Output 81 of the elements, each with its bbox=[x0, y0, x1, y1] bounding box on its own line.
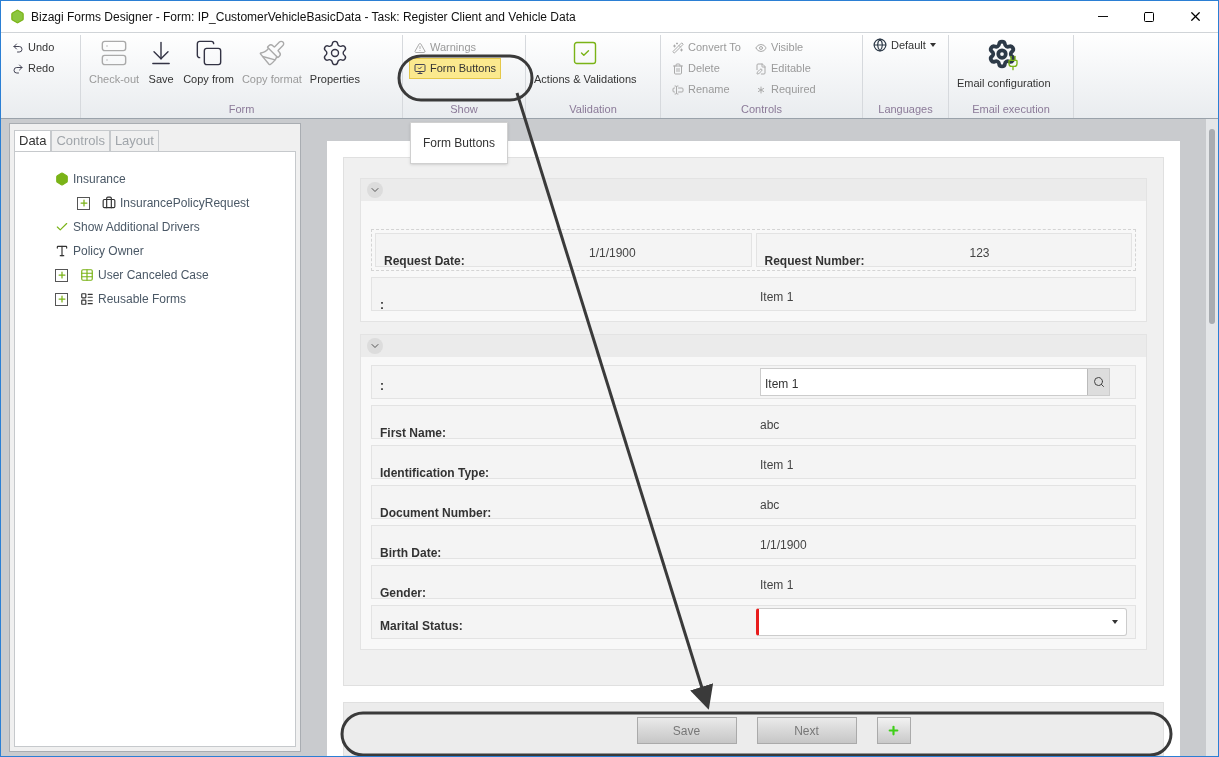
field-value: Item 1 bbox=[760, 577, 794, 594]
panel-tab[interactable]: Data bbox=[14, 130, 52, 152]
field-value: 123 bbox=[969, 245, 990, 262]
tree-item[interactable]: User Canceled Case bbox=[98, 266, 209, 284]
field-label: Marital Status: bbox=[380, 619, 463, 633]
field-label: : bbox=[380, 298, 384, 312]
briefcase-icon bbox=[102, 196, 116, 210]
trash-icon bbox=[672, 62, 684, 75]
plus-icon bbox=[56, 270, 67, 280]
ribbon-button[interactable]: Copy from bbox=[181, 37, 236, 103]
field-label: Identification Type: bbox=[380, 466, 490, 480]
app-logo-icon bbox=[10, 9, 25, 24]
field-label: : bbox=[380, 379, 384, 393]
text-field-icon bbox=[55, 244, 69, 258]
group-label: Controls bbox=[740, 103, 783, 116]
field-value: Item 1 bbox=[760, 457, 794, 474]
field-label: Birth Date: bbox=[380, 546, 442, 560]
forms-icon bbox=[80, 292, 94, 306]
search-button[interactable] bbox=[1087, 369, 1109, 395]
group-label: Show bbox=[449, 103, 479, 116]
field-label: Request Date: bbox=[384, 254, 465, 268]
search-field[interactable]: Item 1 bbox=[760, 368, 1110, 396]
wand-icon bbox=[672, 41, 684, 54]
hexagon-icon bbox=[55, 172, 69, 186]
window-title: Bizagi Forms Designer - Form: IP_CustomerVehicleBasicData - Task: Register Client and Vehicle Data bbox=[31, 8, 576, 26]
plus-icon bbox=[78, 198, 89, 208]
monitor-icon bbox=[414, 62, 426, 75]
tree-item[interactable]: Show Additional Drivers bbox=[73, 218, 200, 236]
globe-icon bbox=[873, 38, 887, 52]
table-icon bbox=[80, 268, 94, 282]
tree-item[interactable]: Insurance bbox=[73, 170, 126, 188]
field-value: 1/1/1900 bbox=[589, 245, 636, 262]
undo-icon bbox=[12, 41, 24, 54]
group-label: Languages bbox=[877, 103, 934, 116]
ribbon-button[interactable]: Undo bbox=[7, 37, 60, 58]
collapse-button[interactable] bbox=[367, 338, 383, 354]
expand-toggle[interactable] bbox=[55, 292, 68, 306]
tree-item[interactable]: Reusable Forms bbox=[98, 290, 187, 308]
tree-item[interactable]: InsurancePolicyRequest bbox=[120, 194, 250, 212]
field-label: Request Number: bbox=[764, 254, 865, 268]
ribbon-button[interactable]: Actions & Validations bbox=[532, 37, 639, 103]
tooltip: Form Buttons bbox=[410, 122, 509, 164]
maximize-icon bbox=[1143, 10, 1155, 23]
caret-icon bbox=[1112, 620, 1118, 624]
language-dropdown[interactable]: Default bbox=[869, 37, 940, 59]
redo-icon bbox=[12, 62, 24, 75]
plus-icon bbox=[887, 724, 900, 737]
ribbon-button[interactable]: Form Buttons bbox=[409, 58, 502, 79]
field-value: abc bbox=[760, 417, 780, 434]
dropdown-field[interactable] bbox=[756, 608, 1127, 636]
plus-icon bbox=[56, 294, 67, 304]
minimize-icon bbox=[1098, 16, 1108, 17]
eye-icon bbox=[755, 41, 767, 54]
field-value: 1/1/1900 bbox=[760, 537, 807, 554]
add-button[interactable] bbox=[876, 717, 911, 744]
expand-toggle[interactable] bbox=[55, 268, 68, 282]
group-label: Form bbox=[227, 103, 256, 116]
group-label: Validation bbox=[568, 103, 618, 116]
tree-item[interactable]: Policy Owner bbox=[73, 242, 144, 260]
field-label: Document Number: bbox=[380, 506, 492, 520]
warning-icon bbox=[414, 41, 426, 54]
ribbon-button[interactable]: Email configuration bbox=[955, 37, 1053, 103]
search-icon bbox=[1092, 376, 1105, 388]
expand-toggle[interactable] bbox=[77, 196, 90, 210]
file-edit-icon bbox=[755, 62, 767, 75]
server-icon bbox=[100, 39, 129, 67]
paintbrush-icon bbox=[257, 39, 286, 67]
field-label: Gender: bbox=[380, 586, 426, 600]
check-icon bbox=[55, 220, 69, 234]
group-label: Email execution bbox=[971, 103, 1051, 116]
ribbon-button[interactable]: Save bbox=[145, 37, 178, 103]
field-value: abc bbox=[760, 497, 780, 514]
field-value: Item 1 bbox=[760, 289, 794, 306]
ribbon-button[interactable]: Redo bbox=[7, 58, 60, 79]
caret-icon bbox=[929, 43, 936, 47]
field-label: First Name: bbox=[380, 426, 447, 440]
gear-plug-icon bbox=[986, 39, 1021, 71]
rename-icon bbox=[672, 83, 684, 96]
ribbon-button[interactable]: Properties bbox=[307, 37, 362, 103]
copy-icon bbox=[194, 39, 223, 67]
collapse-button[interactable] bbox=[367, 182, 383, 198]
